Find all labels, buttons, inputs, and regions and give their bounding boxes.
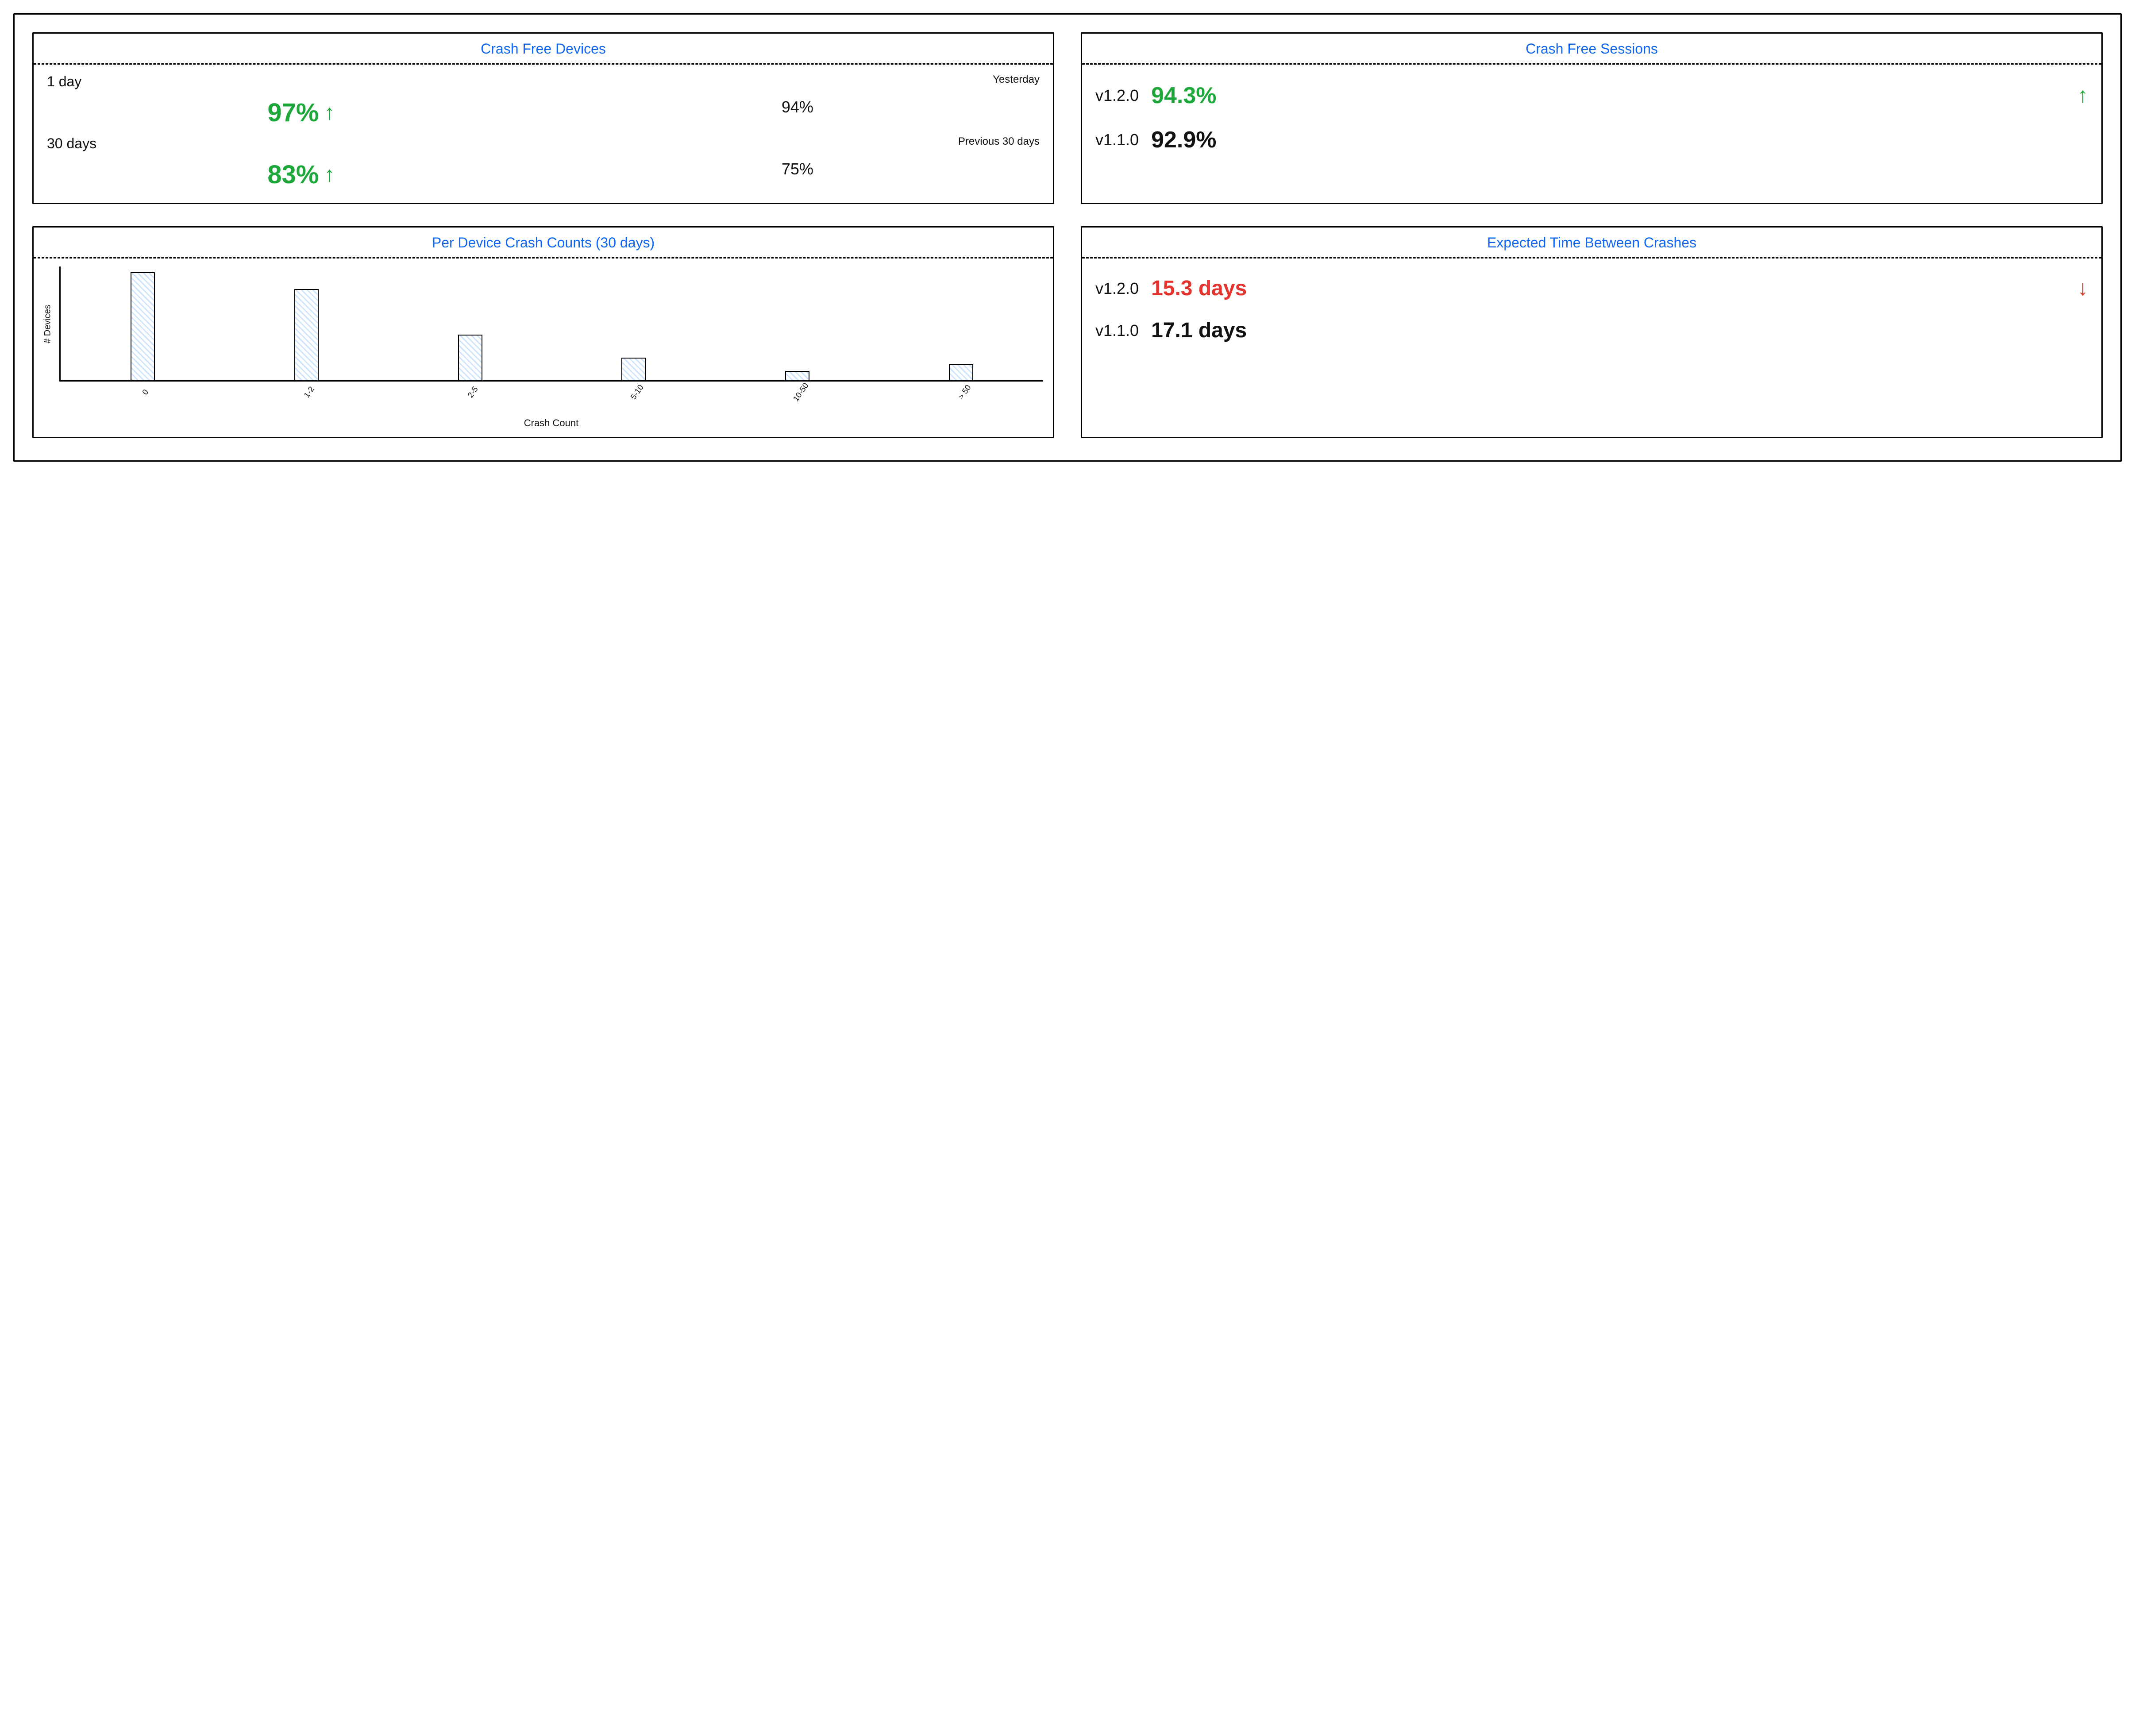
- trend-down-icon: ↓: [2077, 278, 2088, 299]
- bar-column: [556, 266, 712, 380]
- trend-up-icon: ↑: [2077, 85, 2088, 106]
- compare-value: 75%: [555, 160, 1040, 189]
- card-expected-time-between-crashes: Expected Time Between Crashes v1.2.0 15.…: [1081, 226, 2103, 438]
- card-body: v1.2.0 15.3 days ↓ v1.1.0 17.1 days: [1082, 258, 2101, 360]
- chart-x-axis-label: Crash Count: [59, 417, 1043, 429]
- version-label: v1.2.0: [1095, 86, 1139, 105]
- metric-value: 94.3%: [1151, 82, 2065, 109]
- card-title: Crash Free Sessions: [1082, 34, 2101, 65]
- bar-column: [392, 266, 548, 380]
- compare-value: 94%: [555, 98, 1040, 127]
- chart-y-axis-label: # Devices: [43, 305, 53, 343]
- chart-plot-area: [59, 266, 1043, 382]
- card-title: Expected Time Between Crashes: [1082, 228, 2101, 258]
- bar: [458, 335, 482, 380]
- card-crash-free-sessions: Crash Free Sessions v1.2.0 94.3% ↑ v1.1.…: [1081, 32, 2103, 204]
- trend-up-icon: ↑: [324, 102, 335, 123]
- bar: [294, 289, 319, 380]
- card-body: 1 day Yesterday 97% ↑ 94% 30 days Previo…: [34, 65, 1053, 203]
- trend-up-icon: ↑: [324, 164, 335, 185]
- metric-value: 97%: [267, 98, 319, 127]
- version-label: v1.2.0: [1095, 279, 1139, 298]
- bar-column: [65, 266, 221, 380]
- metric-value: 15.3 days: [1151, 276, 2065, 301]
- metric-value: 83%: [267, 160, 319, 189]
- card-title: Per Device Crash Counts (30 days): [34, 228, 1053, 258]
- card-body: # Devices 01-22-55-1010-50> 50 Crash Cou…: [34, 258, 1053, 437]
- bar-column: [229, 266, 385, 380]
- card-per-device-crash-counts: Per Device Crash Counts (30 days) # Devi…: [32, 226, 1054, 438]
- card-crash-free-devices: Crash Free Devices 1 day Yesterday 97% ↑…: [32, 32, 1054, 204]
- metric-with-trend: 83% ↑: [47, 160, 555, 189]
- metric-value: 92.9%: [1151, 127, 2065, 153]
- version-label: v1.1.0: [1095, 321, 1139, 340]
- compare-label: Previous 30 days: [555, 135, 1040, 152]
- bar-column: [883, 266, 1039, 380]
- version-label: v1.1.0: [1095, 131, 1139, 149]
- bar-column: [720, 266, 875, 380]
- bar-chart: # Devices: [59, 266, 1043, 382]
- compare-label: Yesterday: [555, 73, 1040, 90]
- chart-x-ticks: 01-22-55-1010-50> 50: [59, 382, 1043, 399]
- period-label: 1 day: [47, 73, 555, 90]
- dashboard-board: Crash Free Devices 1 day Yesterday 97% ↑…: [13, 13, 2122, 462]
- metric-with-trend: 97% ↑: [47, 98, 555, 127]
- card-body: v1.2.0 94.3% ↑ v1.1.0 92.9%: [1082, 65, 2101, 171]
- metric-value: 17.1 days: [1151, 318, 2065, 343]
- period-label: 30 days: [47, 135, 555, 152]
- bar: [131, 272, 155, 380]
- card-title: Crash Free Devices: [34, 34, 1053, 65]
